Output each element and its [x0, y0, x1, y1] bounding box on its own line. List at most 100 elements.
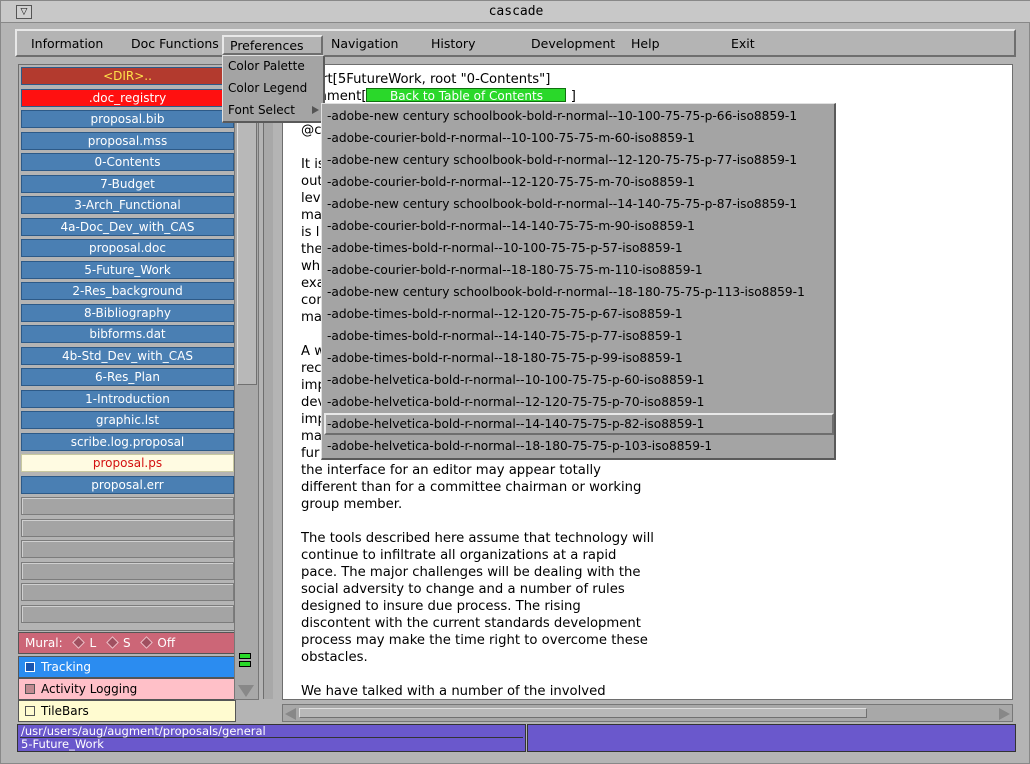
- file-slot-empty: [21, 540, 234, 558]
- mural-option-s[interactable]: S: [123, 636, 131, 650]
- checkbox-icon[interactable]: [25, 662, 35, 672]
- status-panel: [527, 724, 1016, 752]
- menu-item-color-legend[interactable]: Color Legend: [228, 79, 307, 97]
- font-menu-item[interactable]: -adobe-helvetica-bold-r-normal--10-100-7…: [324, 369, 834, 391]
- file-item[interactable]: proposal.mss: [21, 131, 234, 150]
- doc-line: different than for a committee chairman …: [301, 480, 642, 495]
- doc-line: art[5FutureWork, root "0-Contents"]: [314, 72, 551, 87]
- mural-option-off[interactable]: Off: [157, 636, 175, 650]
- doc-line: discontent with the current standards de…: [301, 616, 641, 631]
- file-item[interactable]: .doc_registry: [21, 88, 234, 107]
- mural-radio-off-icon[interactable]: [140, 636, 154, 649]
- file-item[interactable]: proposal.bib: [21, 110, 234, 128]
- menu-help[interactable]: Help: [625, 35, 666, 55]
- doc-line: continue to infiltrate all organizations…: [301, 548, 617, 563]
- file-item[interactable]: 1-Introduction: [21, 389, 234, 408]
- file-item[interactable]: 2-Res_background: [21, 282, 234, 300]
- font-menu-item[interactable]: -adobe-times-bold-r-normal--10-100-75-75…: [324, 237, 834, 259]
- menu-navigation[interactable]: Navigation: [325, 35, 404, 55]
- mural-option-l[interactable]: L: [89, 636, 96, 650]
- tracking-toggle[interactable]: Tracking: [18, 656, 236, 678]
- file-item[interactable]: 4b-Std_Dev_with_CAS: [21, 346, 234, 365]
- file-item[interactable]: 4a-Doc_Dev_with_CAS: [21, 217, 234, 236]
- file-item[interactable]: bibforms.dat: [21, 325, 234, 343]
- doc-line: process may make the time right to overc…: [301, 633, 648, 648]
- font-menu-item[interactable]: -adobe-new century schoolbook-bold-r-nor…: [324, 281, 834, 303]
- font-menu-item[interactable]: -adobe-helvetica-bold-r-normal--18-180-7…: [324, 435, 834, 457]
- document-horizontal-scrollbar[interactable]: [282, 704, 1013, 722]
- activity-logging-label: Activity Logging: [41, 682, 138, 696]
- status-bar: /usr/users/aug/augment/proposals/general…: [17, 724, 526, 752]
- submenu-arrow-icon: [312, 106, 319, 114]
- scrollbar-thumb[interactable]: [299, 708, 867, 718]
- checkbox-icon[interactable]: [25, 684, 35, 694]
- doc-line: The tools described here assume that tec…: [301, 531, 654, 546]
- menu-preferences[interactable]: Preferences: [222, 35, 323, 55]
- doc-line: is l: [301, 225, 320, 240]
- file-list-scrollbar[interactable]: [234, 64, 259, 700]
- mural-selector: Mural: L S Off: [18, 632, 236, 654]
- file-item-parent-dir[interactable]: <DIR>..: [21, 67, 234, 85]
- menu-doc-functions[interactable]: Doc Functions: [125, 35, 225, 55]
- activity-logging-toggle[interactable]: Activity Logging: [18, 678, 236, 700]
- file-item[interactable]: 5-Future_Work: [21, 260, 234, 279]
- file-item[interactable]: proposal.err: [21, 475, 234, 494]
- window-title: cascade: [488, 4, 544, 19]
- file-item-selected[interactable]: proposal.ps: [21, 454, 234, 472]
- file-item[interactable]: 6-Res_Plan: [21, 368, 234, 386]
- file-slot-empty: [21, 583, 234, 601]
- font-menu-item[interactable]: -adobe-new century schoolbook-bold-r-nor…: [324, 149, 834, 171]
- app-window: ▽ cascade Information Doc Functions Pref…: [0, 0, 1030, 764]
- menu-exit[interactable]: Exit: [725, 35, 761, 55]
- tilebars-toggle[interactable]: TileBars: [18, 700, 236, 722]
- tilebar-indicator-icon: [239, 661, 251, 667]
- font-menu-item[interactable]: -adobe-times-bold-r-normal--18-180-75-75…: [324, 347, 834, 369]
- scroll-left-arrow-icon[interactable]: [285, 708, 296, 720]
- menu-information[interactable]: Information: [25, 35, 109, 55]
- menu-item-color-palette[interactable]: Color Palette: [228, 57, 305, 75]
- mural-radio-l-icon[interactable]: [72, 636, 86, 649]
- font-menu-item[interactable]: -adobe-new century schoolbook-bold-r-nor…: [324, 193, 834, 215]
- doc-line: We have talked with a number of the invo…: [301, 684, 606, 699]
- doc-line: group member.: [301, 497, 403, 512]
- title-bar: ▽ cascade: [1, 1, 1030, 23]
- font-menu-item[interactable]: -adobe-courier-bold-r-normal--18-180-75-…: [324, 259, 834, 281]
- font-menu-item[interactable]: -adobe-courier-bold-r-normal--12-120-75-…: [324, 171, 834, 193]
- font-menu-item[interactable]: -adobe-times-bold-r-normal--14-140-75-75…: [324, 325, 834, 347]
- menu-item-font-select[interactable]: Font Select: [228, 101, 295, 119]
- font-menu-item[interactable]: -adobe-courier-bold-r-normal--14-140-75-…: [324, 215, 834, 237]
- file-item[interactable]: scribe.log.proposal: [21, 432, 234, 451]
- doc-line: pace. The major challenges will be deali…: [301, 565, 641, 580]
- file-slot-empty: [21, 561, 234, 580]
- menu-development[interactable]: Development: [525, 35, 621, 55]
- font-menu-item[interactable]: -adobe-new century schoolbook-bold-r-nor…: [324, 105, 834, 127]
- file-slot-empty: [21, 604, 234, 623]
- doc-line: lev: [301, 191, 321, 206]
- font-menu-item-highlighted[interactable]: -adobe-helvetica-bold-r-normal--14-140-7…: [324, 413, 834, 435]
- doc-line: rec: [301, 361, 322, 376]
- file-item[interactable]: proposal.doc: [21, 239, 234, 257]
- checkbox-icon[interactable]: [25, 706, 35, 716]
- status-node: 5-Future_Work: [21, 737, 104, 751]
- doc-line: ma: [301, 310, 322, 325]
- menu-history[interactable]: History: [425, 35, 481, 55]
- font-menu-item[interactable]: -adobe-courier-bold-r-normal--10-100-75-…: [324, 127, 834, 149]
- file-item[interactable]: graphic.lst: [21, 411, 234, 429]
- back-to-contents-button[interactable]: Back to Table of Contents: [366, 88, 567, 103]
- doc-line: obstacles.: [301, 650, 368, 665]
- doc-line: fur: [301, 446, 320, 461]
- file-item[interactable]: 3-Arch_Functional: [21, 196, 234, 214]
- file-item[interactable]: 0-Contents: [21, 153, 234, 171]
- scroll-down-arrow-icon[interactable]: [238, 685, 254, 697]
- file-item[interactable]: 7-Budget: [21, 174, 234, 193]
- mural-radio-s-icon[interactable]: [106, 636, 119, 649]
- font-menu-item[interactable]: -adobe-helvetica-bold-r-normal--12-120-7…: [324, 391, 834, 413]
- file-item[interactable]: 8-Bibliography: [21, 303, 234, 322]
- menu-bar: Information Doc Functions Preferences Na…: [15, 29, 1016, 57]
- preferences-dropdown: Color Palette Color Legend Font Select: [222, 55, 325, 123]
- scroll-right-arrow-icon[interactable]: [999, 708, 1010, 720]
- tilebars-label: TileBars: [41, 704, 89, 718]
- file-slot-empty: [21, 497, 234, 515]
- font-menu-item[interactable]: -adobe-times-bold-r-normal--12-120-75-75…: [324, 303, 834, 325]
- doc-line: wh: [301, 259, 321, 274]
